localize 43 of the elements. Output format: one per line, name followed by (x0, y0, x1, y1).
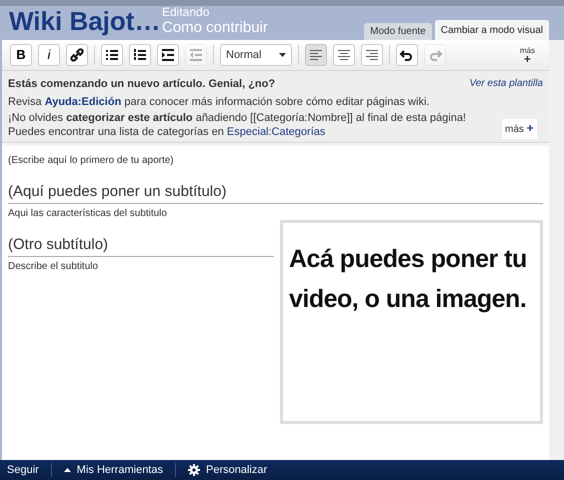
notice-text: ¡No olvides categorizar este artículo añadiendo [[Categoría:Nombre]] al final de esta página! Puedes encontrar una lista de categorías en Especial:Categorías (8, 111, 467, 139)
categories-link[interactable]: Especial:Categorías (226, 126, 326, 138)
toolbar-button[interactable]: B (10, 44, 32, 66)
page-title: Como contribuir (162, 19, 268, 37)
dropdown-caret-icon (279, 53, 286, 57)
toolbar-button[interactable] (101, 44, 123, 66)
placeholder-text: Acá puedes poner tu video, o una imagen. (289, 244, 528, 315)
toolbar-item[interactable]: Personalizar (184, 462, 272, 478)
toolbar-button[interactable] (129, 44, 151, 66)
numbered-list-icon (132, 47, 148, 63)
editing-label: Editando (162, 6, 210, 19)
more-button[interactable]: más + (502, 119, 537, 139)
tab[interactable]: Modo fuente (364, 23, 432, 40)
indent-icon (160, 47, 176, 63)
align-center-icon (336, 47, 352, 63)
toolbar-item[interactable]: Seguir (3, 462, 43, 478)
style-dropdown[interactable]: Normal (220, 44, 292, 66)
toolbar-item[interactable]: Mis Herramientas (60, 462, 167, 478)
settings-icon (188, 464, 200, 476)
toolbar-button[interactable] (361, 44, 383, 66)
paragraph-text: Aqui las características del subtitulo (8, 207, 167, 221)
toolbar-button[interactable] (66, 44, 88, 66)
toolbar-button[interactable] (333, 44, 355, 66)
bulleted-list-icon (104, 47, 120, 63)
toolbar-button[interactable] (157, 44, 179, 66)
notice-text: Revisa Ayuda:Edición para conocer más información sobre cómo editar páginas wiki. (8, 95, 430, 110)
help-link[interactable]: Ayuda:Edición (44, 96, 122, 108)
align-left-icon (308, 47, 324, 63)
toolbar-button[interactable] (396, 44, 418, 66)
outdent-icon (188, 47, 204, 63)
caret-icon (64, 468, 71, 472)
tab[interactable]: Cambiar a modo visual (434, 20, 549, 40)
align-right-icon (364, 47, 380, 63)
paragraph-text: Describe el subtitulo (8, 260, 98, 274)
wiki-name[interactable]: Wiki Bajot… (0, 6, 162, 36)
more-button[interactable]: más + (520, 46, 535, 64)
template-link[interactable]: Ver esta plantilla (469, 75, 543, 93)
paragraph-text: (Escribe aquí lo primero de tu aporte) (8, 154, 174, 168)
section-heading: (Aquí puedes poner un subtítulo) (8, 182, 543, 204)
toolbar-button[interactable]: i (38, 44, 60, 66)
link-icon (69, 47, 85, 63)
section-heading: (Otro subtítulo) (8, 235, 274, 257)
notice-title: Estás comenzando un nuevo artículo. Genial, ¿no? (8, 77, 276, 92)
